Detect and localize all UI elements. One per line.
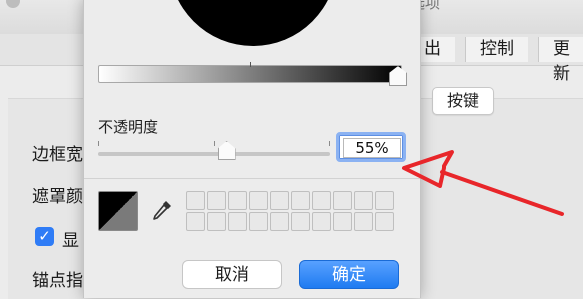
- custom-swatch-cell[interactable]: [375, 191, 394, 210]
- eyedropper-icon[interactable]: [150, 198, 174, 222]
- color-wheel[interactable]: [169, 0, 337, 46]
- custom-swatch-cell[interactable]: [354, 191, 373, 210]
- tab-control[interactable]: 控制: [465, 37, 528, 62]
- custom-swatch-cell[interactable]: [228, 212, 247, 231]
- opacity-field-focus-ring: [336, 132, 406, 162]
- anchor-label: 锚点指: [32, 271, 83, 291]
- opacity-slider[interactable]: [98, 152, 330, 156]
- cancel-button[interactable]: 取消: [182, 260, 282, 289]
- opacity-label: 不透明度: [98, 118, 159, 136]
- custom-swatch-cell[interactable]: [375, 212, 394, 231]
- custom-swatch-cell[interactable]: [333, 212, 352, 231]
- show-checkbox[interactable]: ✓: [35, 227, 54, 246]
- divider: [84, 178, 420, 179]
- show-checkbox-label: 显: [62, 231, 79, 251]
- custom-swatch-cell[interactable]: [333, 191, 352, 210]
- custom-swatch-cell[interactable]: [249, 191, 268, 210]
- brightness-slider[interactable]: [98, 65, 402, 83]
- custom-swatch-cell[interactable]: [354, 212, 373, 231]
- brightness-slider-tick: [250, 62, 251, 67]
- custom-swatch-cell[interactable]: [291, 212, 310, 231]
- custom-swatch-cell[interactable]: [207, 191, 226, 210]
- custom-swatch-cell[interactable]: [312, 191, 331, 210]
- tab-updates[interactable]: 更新: [538, 37, 583, 84]
- custom-swatch-cell[interactable]: [228, 191, 247, 210]
- window-control-button[interactable]: [6, 0, 20, 8]
- custom-swatch-cell[interactable]: [186, 191, 205, 210]
- custom-swatch-cell[interactable]: [270, 212, 289, 231]
- custom-swatch-cell[interactable]: [312, 212, 331, 231]
- border-width-label: 边框宽: [32, 145, 83, 165]
- custom-swatch-cell[interactable]: [186, 212, 205, 231]
- mask-color-label: 遮罩颜: [32, 187, 83, 207]
- custom-swatch-cell[interactable]: [207, 212, 226, 231]
- keys-button[interactable]: 按键: [432, 87, 494, 115]
- opacity-slider-tick: [329, 141, 330, 146]
- opacity-slider-knob[interactable]: [217, 141, 236, 160]
- custom-swatch-cell[interactable]: [270, 191, 289, 210]
- color-picker-panel: 不透明度 取消 确定: [83, 0, 421, 298]
- opacity-input[interactable]: [343, 138, 401, 158]
- current-color-swatch[interactable]: [98, 191, 138, 231]
- ok-button[interactable]: 确定: [299, 260, 399, 289]
- custom-swatch-cell[interactable]: [249, 212, 268, 231]
- opacity-slider-tick: [98, 141, 99, 146]
- custom-swatch-grid: [186, 191, 398, 231]
- opacity-slider-tick: [214, 141, 215, 146]
- custom-swatch-cell[interactable]: [291, 191, 310, 210]
